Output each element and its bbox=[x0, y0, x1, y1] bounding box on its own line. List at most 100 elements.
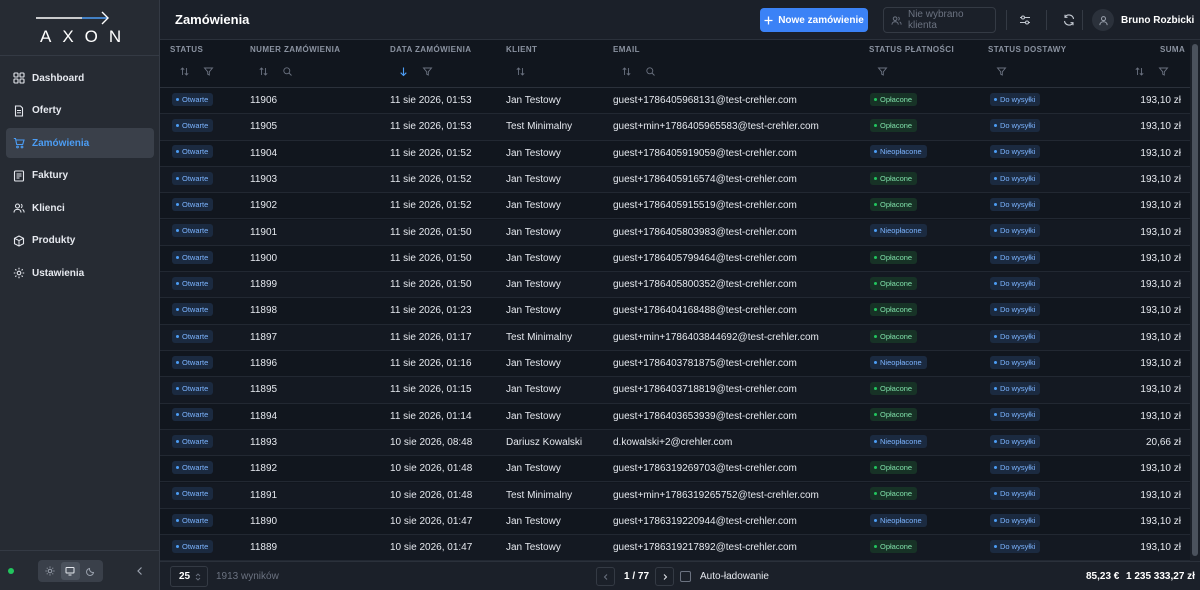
order-status-badge: Otwarte bbox=[172, 224, 214, 238]
refresh-icon[interactable] bbox=[1062, 13, 1076, 27]
status-dot bbox=[874, 439, 877, 443]
table-row[interactable]: Otwarte 11901 11 sie 2026, 01:50 Jan Testow… bbox=[160, 219, 1190, 246]
table-row[interactable]: Otwarte 11891 10 sie 2026, 01:48 Test Minim… bbox=[160, 482, 1190, 509]
order-status-badge-label: Otwarte bbox=[182, 278, 209, 288]
theme-dark-button[interactable] bbox=[81, 562, 100, 580]
table-row[interactable]: Otwarte 11890 10 sie 2026, 01:47 Jan Testow… bbox=[160, 509, 1190, 536]
column-header-order-number[interactable]: NUMER ZAMÓWIENIA bbox=[250, 45, 340, 54]
user-menu[interactable]: Bruno Rozbicki bbox=[1092, 8, 1194, 32]
status-dot bbox=[874, 255, 877, 259]
payment-status-badge: Opłacone bbox=[870, 487, 918, 501]
status-dot bbox=[994, 544, 997, 548]
order-date: 10 sie 2026, 01:47 bbox=[390, 515, 473, 527]
filter-icon[interactable] bbox=[203, 66, 214, 77]
header-divider bbox=[1046, 10, 1047, 30]
sidebar-item-oferty[interactable]: Oferty bbox=[6, 96, 154, 126]
table-row[interactable]: Otwarte 11896 11 sie 2026, 01:16 Jan Testow… bbox=[160, 351, 1190, 378]
theme-system-button[interactable] bbox=[60, 562, 80, 580]
table-row[interactable]: Otwarte 11900 11 sie 2026, 01:50 Jan Testow… bbox=[160, 246, 1190, 273]
payment-status-cell: Opłacone bbox=[870, 535, 918, 561]
table-scrollbar[interactable] bbox=[1190, 40, 1200, 561]
status-dot bbox=[874, 281, 877, 285]
column-header-client[interactable]: KLIENT bbox=[506, 45, 537, 54]
status-dot bbox=[176, 97, 179, 101]
payment-status-badge-label: Opłacone bbox=[880, 463, 913, 473]
filter-icon[interactable] bbox=[1158, 66, 1169, 77]
order-sum: 193,10 zł bbox=[1140, 226, 1181, 238]
order-number: 11889 bbox=[250, 542, 278, 554]
payment-status-badge: Opłacone bbox=[870, 171, 918, 185]
users-icon bbox=[13, 202, 25, 214]
theme-light-button[interactable] bbox=[41, 562, 60, 580]
per-page-select[interactable]: 25 bbox=[170, 566, 208, 587]
table-row[interactable]: Otwarte 11899 11 sie 2026, 01:50 Jan Testow… bbox=[160, 272, 1190, 299]
sidebar-item-produkty[interactable]: Produkty bbox=[6, 226, 154, 256]
order-number-column-controls bbox=[258, 65, 293, 77]
table-row[interactable]: Otwarte 11898 11 sie 2026, 01:23 Jan Testow… bbox=[160, 298, 1190, 325]
sort-icon[interactable] bbox=[258, 66, 269, 77]
order-status-badge-label: Otwarte bbox=[182, 173, 209, 183]
payment-status-badge-label: Opłacone bbox=[880, 305, 913, 315]
table-row[interactable]: Otwarte 11892 10 sie 2026, 01:48 Jan Testow… bbox=[160, 456, 1190, 483]
table-row[interactable]: Otwarte 11903 11 sie 2026, 01:52 Jan Testow… bbox=[160, 166, 1190, 194]
sidebar-item-faktury[interactable]: Faktury bbox=[6, 161, 154, 191]
table-row[interactable]: Otwarte 11904 11 sie 2026, 01:52 Jan Testow… bbox=[160, 141, 1190, 167]
sidebar-item-dashboard[interactable]: Dashboard bbox=[6, 63, 154, 93]
sort-icon[interactable] bbox=[515, 66, 526, 77]
sidebar-item-klienci[interactable]: Klienci bbox=[6, 193, 154, 223]
table-row[interactable]: Otwarte 11895 11 sie 2026, 01:15 Jan Testow… bbox=[160, 377, 1190, 404]
payment-status-cell: Opłacone bbox=[870, 167, 918, 193]
sort-icon[interactable] bbox=[1134, 66, 1145, 77]
table-row[interactable]: Otwarte 11902 11 sie 2026, 01:52 Jan Testow… bbox=[160, 193, 1190, 220]
order-status-cell: Otwarte bbox=[172, 404, 214, 430]
payment-status-badge: Nieopłacone bbox=[870, 513, 927, 527]
table-row[interactable]: Otwarte 11897 11 sie 2026, 01:17 Test Minim… bbox=[160, 324, 1190, 351]
order-date: 10 sie 2026, 01:48 bbox=[390, 463, 473, 475]
table-row[interactable]: Otwarte 11889 10 sie 2026, 01:47 Jan Testow… bbox=[160, 535, 1190, 561]
next-page-button[interactable] bbox=[655, 567, 674, 586]
order-status-badge: Otwarte bbox=[172, 539, 214, 553]
client-select[interactable]: Nie wybrano klienta bbox=[883, 7, 996, 33]
delivery-status-badge-label: Do wysyłki bbox=[1000, 541, 1036, 551]
sort-icon[interactable] bbox=[621, 66, 632, 77]
sort-icon[interactable] bbox=[179, 66, 190, 77]
delivery-status-badge-label: Do wysyłki bbox=[1000, 384, 1036, 394]
table-row[interactable]: Otwarte 11894 11 sie 2026, 01:14 Jan Testow… bbox=[160, 404, 1190, 430]
status-dot bbox=[994, 492, 997, 496]
scrollbar-thumb[interactable] bbox=[1192, 44, 1198, 556]
filter-icon[interactable] bbox=[996, 66, 1007, 77]
column-header-payment-status[interactable]: STATUS PŁATNOŚCI bbox=[869, 45, 954, 54]
column-header-order-date[interactable]: DATA ZAMÓWIENIA bbox=[390, 45, 471, 54]
payment-status-badge-label: Opłacone bbox=[880, 278, 913, 288]
auto-load-checkbox[interactable] bbox=[680, 571, 691, 582]
table-row[interactable]: Otwarte 11893 10 sie 2026, 08:48 Dariusz Ko… bbox=[160, 429, 1190, 457]
filter-icon[interactable] bbox=[422, 66, 433, 77]
column-header-sum[interactable]: SUMA bbox=[1160, 45, 1185, 54]
chevron-right-icon bbox=[663, 573, 667, 580]
status-dot bbox=[994, 255, 997, 259]
previous-page-button[interactable] bbox=[596, 567, 615, 586]
order-status-badge-label: Otwarte bbox=[182, 200, 209, 210]
column-header-status[interactable]: STATUS bbox=[170, 45, 203, 54]
search-icon[interactable] bbox=[645, 66, 656, 77]
sort-descending-icon[interactable] bbox=[398, 66, 409, 77]
table-row[interactable]: Otwarte 11905 11 sie 2026, 01:53 Test Minim… bbox=[160, 114, 1190, 141]
delivery-status-cell: Do wysyłki bbox=[990, 246, 1041, 272]
column-header-delivery-status[interactable]: STATUS DOSTAWY bbox=[988, 45, 1067, 54]
auto-load-label: Auto-ładowanie bbox=[700, 571, 769, 582]
sidebar-item-zamowienia[interactable]: Zamówienia bbox=[6, 128, 154, 158]
column-header-email[interactable]: EMAIL bbox=[613, 45, 640, 54]
status-dot bbox=[874, 97, 877, 101]
order-sum: 193,10 zł bbox=[1140, 305, 1181, 317]
filter-icon[interactable] bbox=[877, 66, 888, 77]
order-status-cell: Otwarte bbox=[172, 193, 214, 219]
sidebar-item-ustawienia[interactable]: Ustawienia bbox=[6, 258, 154, 288]
filters-settings-icon[interactable] bbox=[1018, 13, 1032, 27]
payment-status-badge: Opłacone bbox=[870, 250, 918, 264]
collapse-sidebar-button[interactable] bbox=[134, 565, 146, 577]
new-order-button[interactable]: Nowe zamówienie bbox=[760, 8, 868, 32]
table-row[interactable]: Otwarte 11906 11 sie 2026, 01:53 Jan Testow… bbox=[160, 88, 1190, 115]
search-icon[interactable] bbox=[282, 66, 293, 77]
moon-icon bbox=[85, 567, 94, 576]
payment-status-badge-label: Opłacone bbox=[880, 410, 913, 420]
